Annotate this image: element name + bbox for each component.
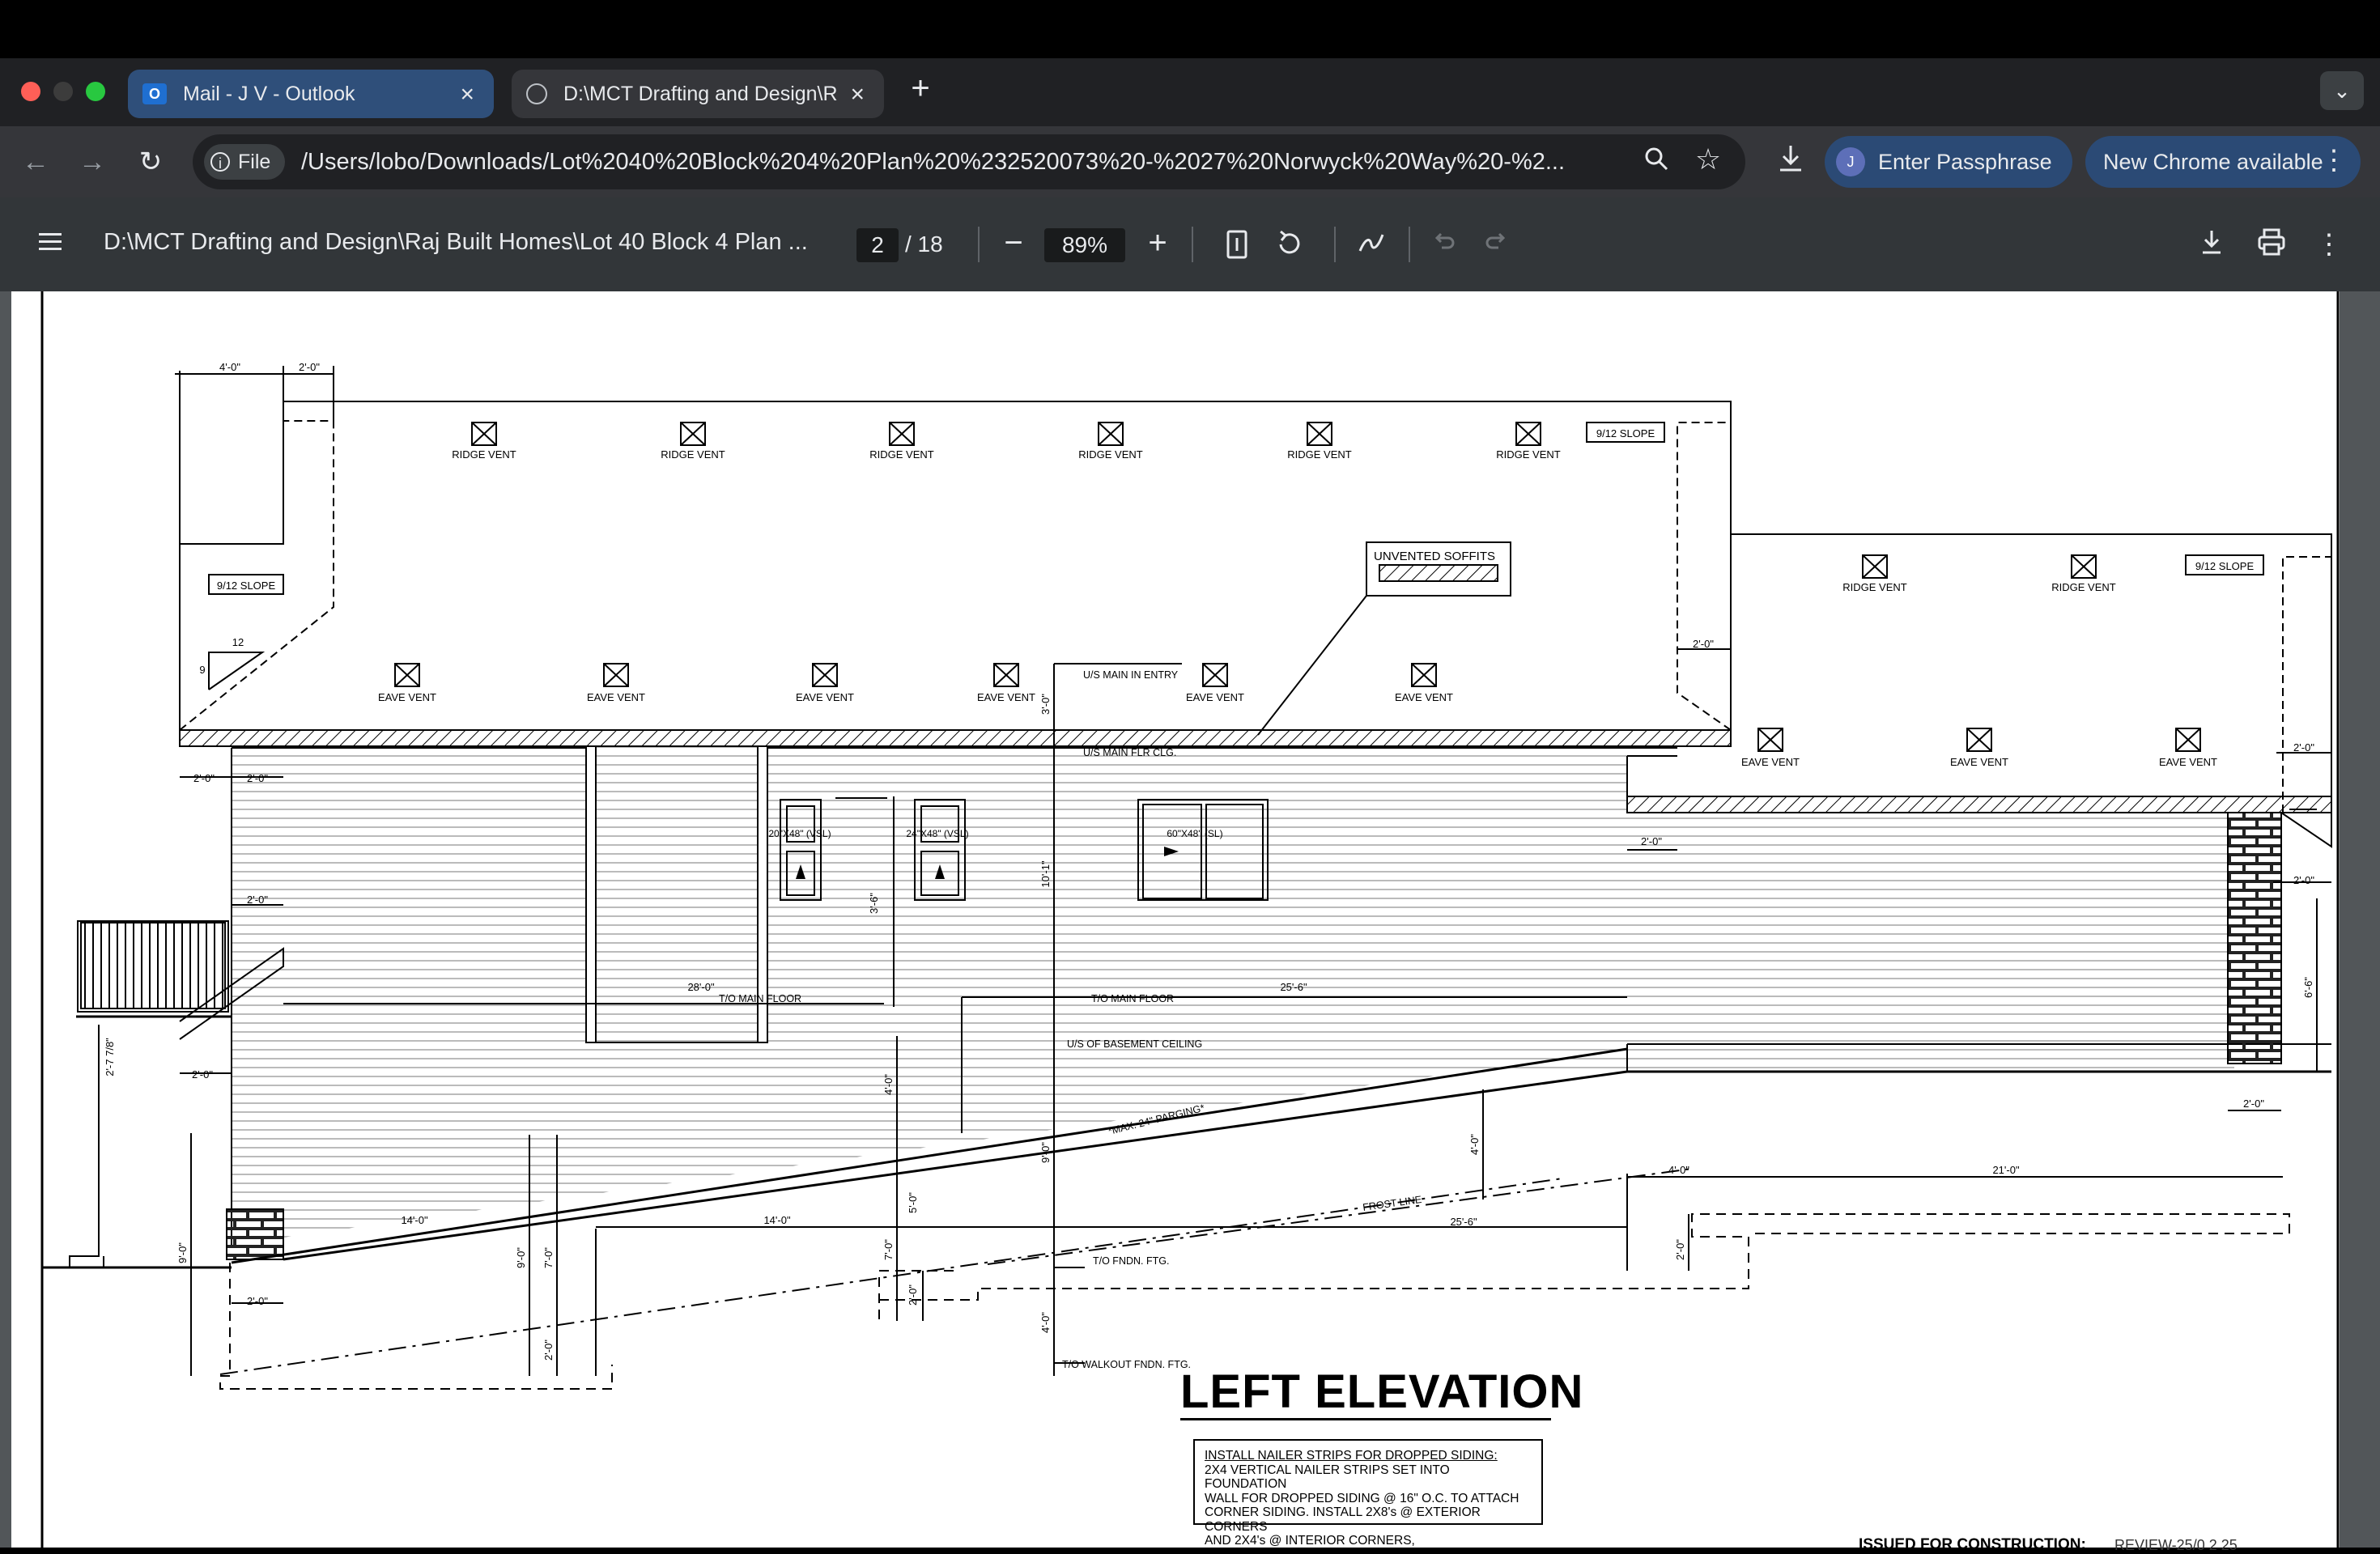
dimension: 4'-0" xyxy=(882,1074,895,1095)
dimension: 2'-0" xyxy=(1674,1239,1686,1260)
slope-label: 9/12 SLOPE xyxy=(217,580,276,592)
dimension: 2'-0" xyxy=(247,894,268,906)
review-label: REVIEW-25/0 2 25 xyxy=(2114,1537,2238,1553)
dimension: 2'-0" xyxy=(1641,835,1662,847)
us-main-entry-label: U/S MAIN IN ENTRY xyxy=(1083,669,1179,681)
dimension: 25'-6" xyxy=(1450,1216,1477,1228)
dimension: 9'-0" xyxy=(1039,1142,1052,1163)
drawing-title: LEFT ELEVATION xyxy=(1180,1365,1584,1418)
dimension: 2'-0" xyxy=(2243,1098,2264,1110)
pitch-run: 12 xyxy=(232,636,244,648)
issued-for-construction-label: ISSUED FOR CONSTRUCTION: xyxy=(1859,1536,2086,1553)
dimension: 9'-0" xyxy=(515,1247,527,1268)
elevation-drawing: RIDGE VENT RIDGE VENT RIDGE VENT RIDGE V… xyxy=(40,291,2340,1548)
eave-vent-label: EAVE VENT xyxy=(587,691,645,703)
dimension: 10'-1" xyxy=(1039,860,1052,888)
dimension: 2'-0" xyxy=(192,1068,213,1081)
ridge-vents xyxy=(471,422,2097,579)
dimension: 4'-0" xyxy=(1039,1312,1052,1333)
ridge-vent-label: RIDGE VENT xyxy=(869,448,934,461)
dimension: 4'-0" xyxy=(1668,1164,1689,1176)
eave-vent-label: EAVE VENT xyxy=(378,691,436,703)
eave-vent-label: EAVE VENT xyxy=(796,691,854,703)
window-label: 60"X48" (SL) xyxy=(1167,828,1222,839)
dimension: 2'-0" xyxy=(907,1284,919,1306)
to-main-floor-label: T/O MAIN FLOOR xyxy=(1091,993,1174,1004)
dimension: 2'-0" xyxy=(1693,638,1714,650)
ridge-vent-label: RIDGE VENT xyxy=(2051,581,2116,593)
dimension: 7'-0" xyxy=(882,1239,895,1260)
dimension: 2'-0" xyxy=(247,1295,268,1307)
dimension: 9'-0" xyxy=(176,1242,189,1263)
dimension: 25'-6" xyxy=(1280,981,1307,993)
dimension: 7'-0" xyxy=(542,1247,555,1268)
dimension: 2'-0" xyxy=(193,772,215,784)
window-label: 20"X48" (VSL) xyxy=(768,828,831,839)
dimension: 2'-0" xyxy=(247,772,268,784)
to-main-floor-label: T/O MAIN FLOOR xyxy=(719,993,801,1004)
frost-line-label: FROST LINE xyxy=(1362,1194,1422,1213)
dimension: 3'-0" xyxy=(1039,694,1052,715)
eave-vent-label: EAVE VENT xyxy=(2159,756,2217,768)
dimension: 4'-0" xyxy=(1468,1134,1481,1155)
eave-vent-label: EAVE VENT xyxy=(977,691,1035,703)
dimension: 3'-6" xyxy=(868,893,880,914)
dimension: 2'-0" xyxy=(2293,874,2314,886)
eave-vent-label: EAVE VENT xyxy=(1950,756,2008,768)
ridge-vent-label: RIDGE VENT xyxy=(1842,581,1907,593)
dimension: 2'-0" xyxy=(542,1340,555,1361)
dimension: 4'-0" xyxy=(219,361,240,373)
ridge-vent-label: RIDGE VENT xyxy=(1287,448,1352,461)
to-fndn-ftg-label: T/O FNDN. FTG. xyxy=(1093,1255,1169,1267)
title-underline xyxy=(1180,1418,1551,1420)
ridge-vent-label: RIDGE VENT xyxy=(1078,448,1143,461)
dimension: 14'-0" xyxy=(763,1214,791,1226)
dimension: 2'-0" xyxy=(299,361,320,373)
dimension: 5'-0" xyxy=(907,1192,919,1213)
window-label: 24"X48" (VSL) xyxy=(906,828,968,839)
eave-vent-label: EAVE VENT xyxy=(1186,691,1244,703)
dimension: 28'-0" xyxy=(687,981,715,993)
notes-line: AND 2X4's @ INTERIOR CORNERS, xyxy=(1205,1534,1415,1548)
ridge-vent-label: RIDGE VENT xyxy=(661,448,725,461)
siding-notes: INSTALL NAILER STRIPS FOR DROPPED SIDING… xyxy=(1193,1439,1543,1548)
eave-vent-label: EAVE VENT xyxy=(1741,756,1800,768)
dimension: 6'-6" xyxy=(2302,977,2314,998)
notes-line: 2X4 VERTICAL NAILER STRIPS SET INTO FOUN… xyxy=(1205,1463,1450,1492)
dimension: 14'-0" xyxy=(401,1214,428,1226)
us-main-flr-clg-label: U/S MAIN FLR CLG. xyxy=(1083,747,1176,758)
dimension: 21'-0" xyxy=(1992,1164,2020,1176)
notes-line: WALL FOR DROPPED SIDING @ 16" O.C. TO AT… xyxy=(1205,1491,1519,1505)
eave-vent-label: EAVE VENT xyxy=(1395,691,1453,703)
ridge-vent-label: RIDGE VENT xyxy=(1496,448,1561,461)
us-basement-ceiling-label: U/S OF BASEMENT CEILING xyxy=(1067,1038,1202,1050)
pitch-rise: 9 xyxy=(199,664,205,676)
notes-line: CORNER SIDING. INSTALL 2X8's @ EXTERIOR … xyxy=(1205,1505,1481,1534)
to-walkout-fndn-ftg-label: T/O WALKOUT FNDN. FTG. xyxy=(1062,1359,1191,1370)
unvented-soffits-label: UNVENTED SOFFITS xyxy=(1374,550,1495,563)
dimension: 2'-7 7/8" xyxy=(104,1038,116,1076)
slope-label: 9/12 SLOPE xyxy=(1596,427,1655,439)
slope-label: 9/12 SLOPE xyxy=(2195,560,2255,572)
dimension: 2'-0" xyxy=(2293,741,2314,754)
ridge-vent-label: RIDGE VENT xyxy=(452,448,516,461)
notes-heading: INSTALL NAILER STRIPS FOR DROPPED SIDING… xyxy=(1205,1449,1498,1463)
